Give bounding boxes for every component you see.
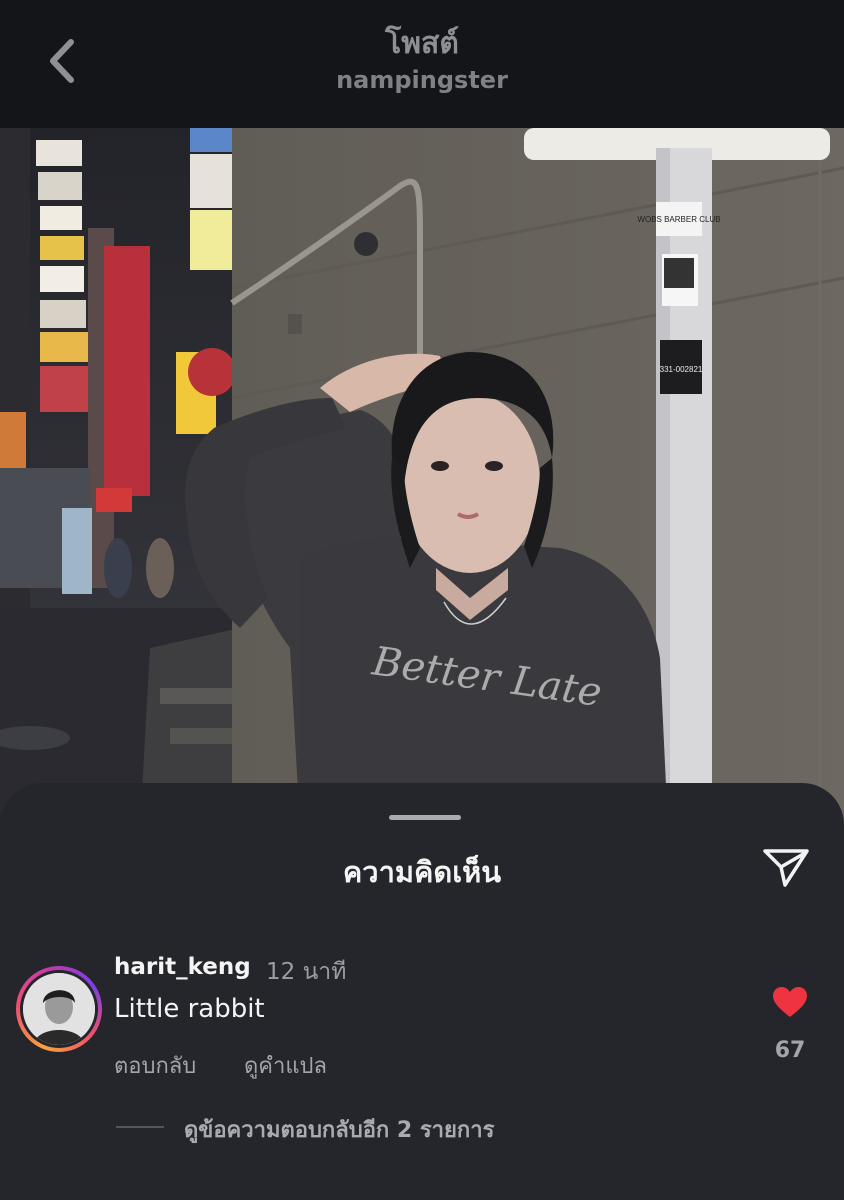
- post-photo[interactable]: WOBS BARBER CLUB 331-002821 Better Late: [0, 128, 844, 828]
- view-replies-button[interactable]: ดูข้อความตอบกลับอีก 2 รายการ: [184, 1112, 494, 1147]
- page-title: โพสต์: [385, 26, 459, 61]
- avatar: [23, 973, 95, 1045]
- comments-title: ความคิดเห็น: [342, 855, 502, 889]
- reply-button[interactable]: ตอบกลับ: [114, 1048, 196, 1083]
- story-ring[interactable]: [16, 966, 102, 1052]
- top-header: โพสต์ nampingster: [0, 0, 844, 128]
- replies-divider: [116, 1126, 164, 1128]
- like-button[interactable]: [768, 980, 812, 1024]
- see-translation-button[interactable]: ดูคำแปล: [244, 1048, 327, 1083]
- pole-sticker-text: WOBS BARBER CLUB: [637, 215, 720, 224]
- heart-icon: [773, 987, 807, 1017]
- like-count: 67: [774, 1038, 806, 1063]
- comment-item: harit_keng 12 นาที Little rabbit ตอบกลับ…: [0, 954, 844, 1166]
- sheet-grabber[interactable]: [389, 815, 461, 820]
- comment-username[interactable]: harit_keng: [114, 954, 251, 980]
- comment-timestamp: 12 นาที: [266, 959, 347, 985]
- comment-text: Little rabbit: [114, 994, 265, 1024]
- pole-label-text: 331-002821: [660, 365, 703, 374]
- post-author-username[interactable]: nampingster: [0, 66, 844, 94]
- send-icon: [763, 849, 809, 887]
- comments-sheet: ความคิดเห็น harit_keng 12 นาที Little ra…: [0, 783, 844, 1200]
- share-button[interactable]: [758, 843, 814, 893]
